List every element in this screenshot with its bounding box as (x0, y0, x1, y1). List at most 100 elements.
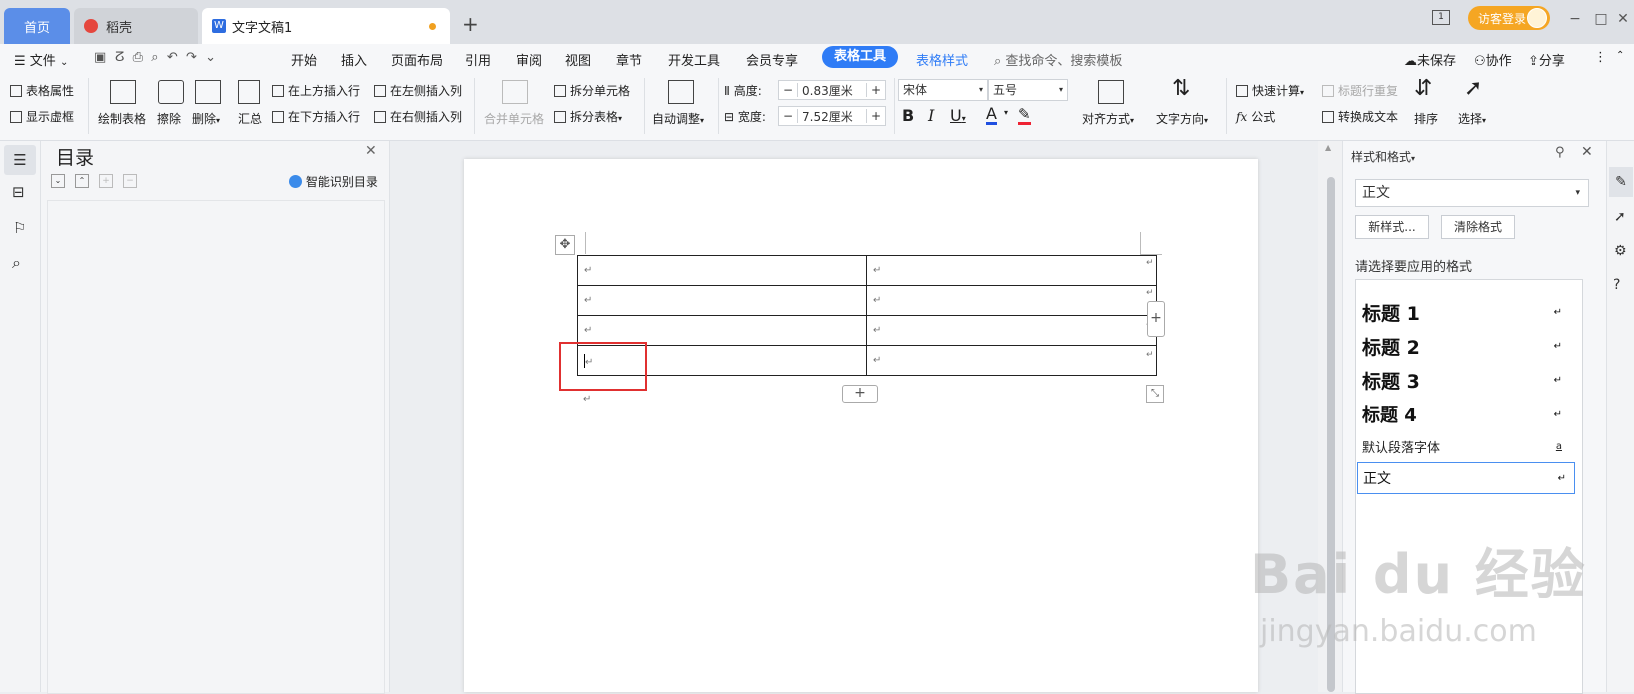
document-page[interactable] (464, 159, 1258, 692)
height-stepper[interactable]: − 0.83厘米 + (778, 80, 886, 100)
font-family-select[interactable]: 宋体 ▾ (898, 79, 988, 101)
table-cell[interactable]: ↵ (577, 315, 867, 346)
close-button[interactable]: ✕ (1612, 8, 1634, 30)
maximize-button[interactable]: □ (1590, 8, 1612, 30)
menu-start[interactable]: 开始 (291, 50, 317, 69)
close-icon[interactable]: ✕ (365, 143, 377, 159)
settings-sliders-icon[interactable]: ⚙ (1614, 243, 1627, 259)
width-increase-button[interactable]: + (866, 109, 885, 123)
format-painter-icon[interactable]: ⵒ (115, 50, 125, 65)
menu-member[interactable]: 会员专享 (746, 50, 798, 69)
undo-icon[interactable]: ↶ (167, 50, 178, 65)
sort-button[interactable]: 排序 (1414, 110, 1438, 127)
insert-col-right-button[interactable]: 在右侧插入列 (374, 108, 462, 125)
share-button[interactable]: ⇪分享 (1528, 50, 1565, 69)
delete-button[interactable]: 删除▾ (192, 110, 220, 127)
quick-calc-button[interactable]: 快速计算▾ (1236, 82, 1304, 99)
styles-panel-title[interactable]: 样式和格式▾ (1351, 148, 1415, 165)
clear-format-button[interactable]: 清除格式 (1441, 215, 1515, 239)
remove-heading-icon[interactable]: − (123, 174, 137, 188)
style-heading-1[interactable]: 标题 1 ↵ (1362, 297, 1570, 327)
draw-table-button[interactable]: 绘制表格 (98, 110, 146, 127)
menu-references[interactable]: 引用 (465, 50, 491, 69)
width-decrease-button[interactable]: − (779, 109, 798, 123)
highlight-icon[interactable]: ✎ (1018, 106, 1031, 125)
current-style-select[interactable]: 正文 ▾ (1355, 179, 1589, 207)
show-grid-button[interactable]: 显示虚框 (10, 108, 74, 125)
height-increase-button[interactable]: + (866, 83, 885, 97)
resize-table-icon[interactable]: ⤡ (1146, 385, 1164, 403)
print-icon[interactable]: ⎙ (133, 50, 143, 65)
style-edit-icon[interactable]: ✎ (1609, 167, 1633, 197)
menu-review[interactable]: 审阅 (516, 50, 542, 69)
collab-button[interactable]: ⚇协作 (1474, 50, 1512, 69)
text-direction-button[interactable]: 文字方向▾ (1156, 110, 1208, 127)
menu-page-layout[interactable]: 页面布局 (391, 50, 443, 69)
select-pointer-icon[interactable]: ➚ (1614, 209, 1626, 225)
unsaved-button[interactable]: ☁未保存 (1404, 50, 1456, 69)
table-cell[interactable]: ↵ (577, 285, 867, 316)
collapse-ribbon-icon[interactable]: ⌃ (1616, 50, 1624, 61)
select-button[interactable]: 选择▾ (1458, 110, 1486, 127)
menu-view[interactable]: 视图 (565, 50, 591, 69)
file-menu[interactable]: ☰ 文件 ⌄ (14, 50, 68, 69)
italic-button[interactable]: I (928, 106, 934, 125)
menu-insert[interactable]: 插入 (341, 50, 367, 69)
collapse-all-icon[interactable]: ⌃ (75, 174, 89, 188)
bookmark-icon[interactable]: ⚐ (13, 219, 26, 237)
print-preview-icon[interactable]: ⌕ (151, 50, 158, 65)
width-value[interactable]: 7.52厘米 (798, 108, 866, 125)
vertical-scrollbar[interactable]: ▲ (1318, 141, 1342, 692)
formula-button[interactable]: fx 公式 (1236, 108, 1275, 125)
align-button[interactable]: 对齐方式▾ (1082, 110, 1134, 127)
split-cells-button[interactable]: 拆分单元格 (554, 82, 630, 99)
table-cell[interactable]: ↵ (866, 255, 1157, 286)
add-heading-icon[interactable]: + (99, 174, 113, 188)
search-icon[interactable]: ⌕ (12, 253, 21, 273)
table-cell[interactable]: ↵ (866, 285, 1157, 316)
search-command[interactable]: ⌕ 查找命令、搜索模板 (994, 50, 1122, 69)
insert-row-below-button[interactable]: 在下方插入行 (272, 108, 360, 125)
tab-home[interactable]: 首页 (4, 8, 70, 44)
repeat-header-button[interactable]: 标题行重复 (1322, 82, 1398, 99)
height-value[interactable]: 0.83厘米 (798, 82, 866, 99)
new-tab-button[interactable]: + (462, 12, 479, 36)
tab-document[interactable]: W 文字文稿1 (202, 8, 450, 44)
width-stepper[interactable]: − 7.52厘米 + (778, 106, 886, 126)
toc-icon[interactable]: ☰ (4, 145, 36, 175)
font-color-button[interactable]: A (986, 106, 997, 125)
auto-fit-button[interactable]: 自动调整▾ (652, 110, 704, 127)
pin-icon[interactable]: ⚲ (1555, 145, 1565, 160)
window-count-icon[interactable]: 1 (1432, 10, 1450, 25)
nav-pane-icon[interactable]: ⊟ (12, 183, 25, 201)
style-default-font[interactable]: 默认段落字体 a (1362, 433, 1570, 459)
merge-cells-button[interactable]: 合并单元格 (484, 110, 544, 127)
insert-col-left-button[interactable]: 在左侧插入列 (374, 82, 462, 99)
help-icon[interactable]: ? (1613, 277, 1620, 293)
style-normal-selected[interactable]: 正文 ↵ (1357, 462, 1575, 494)
expand-all-icon[interactable]: ⌄ (51, 174, 65, 188)
tab-docer[interactable]: 稻壳 (74, 8, 198, 44)
scroll-up-icon[interactable]: ▲ (1325, 143, 1331, 152)
erase-button[interactable]: 擦除 (157, 110, 181, 127)
summary-button[interactable]: 汇总 (238, 110, 262, 127)
table-cell[interactable]: ↵ (866, 345, 1157, 376)
convert-to-text-button[interactable]: 转换成文本 (1322, 108, 1398, 125)
table-cell[interactable]: ↵ (577, 255, 867, 286)
bold-button[interactable]: B (902, 106, 914, 125)
menu-table-tools[interactable]: 表格工具 (822, 46, 899, 68)
font-size-select[interactable]: 五号 ▾ (988, 79, 1068, 101)
menu-developer[interactable]: 开发工具 (668, 50, 720, 69)
document-table[interactable]: ↵ ↵ ↵ ↵ ↵ ↵ ↵ ↵ (577, 255, 1157, 376)
guest-login-button[interactable]: 访客登录 (1468, 6, 1550, 30)
add-column-button[interactable]: + (1147, 301, 1165, 337)
close-icon[interactable]: ✕ (1581, 144, 1593, 160)
redo-icon[interactable]: ↷ (186, 50, 197, 65)
table-cell[interactable]: ↵ (866, 315, 1157, 346)
menu-chapter[interactable]: 章节 (616, 50, 642, 69)
more-icon[interactable]: ⋮ (1594, 50, 1607, 65)
style-heading-2[interactable]: 标题 2 ↵ (1362, 331, 1570, 361)
add-row-button[interactable]: + (842, 385, 878, 403)
underline-button[interactable]: U▾ (950, 106, 966, 125)
customize-icon[interactable]: ⌄ (205, 50, 216, 65)
